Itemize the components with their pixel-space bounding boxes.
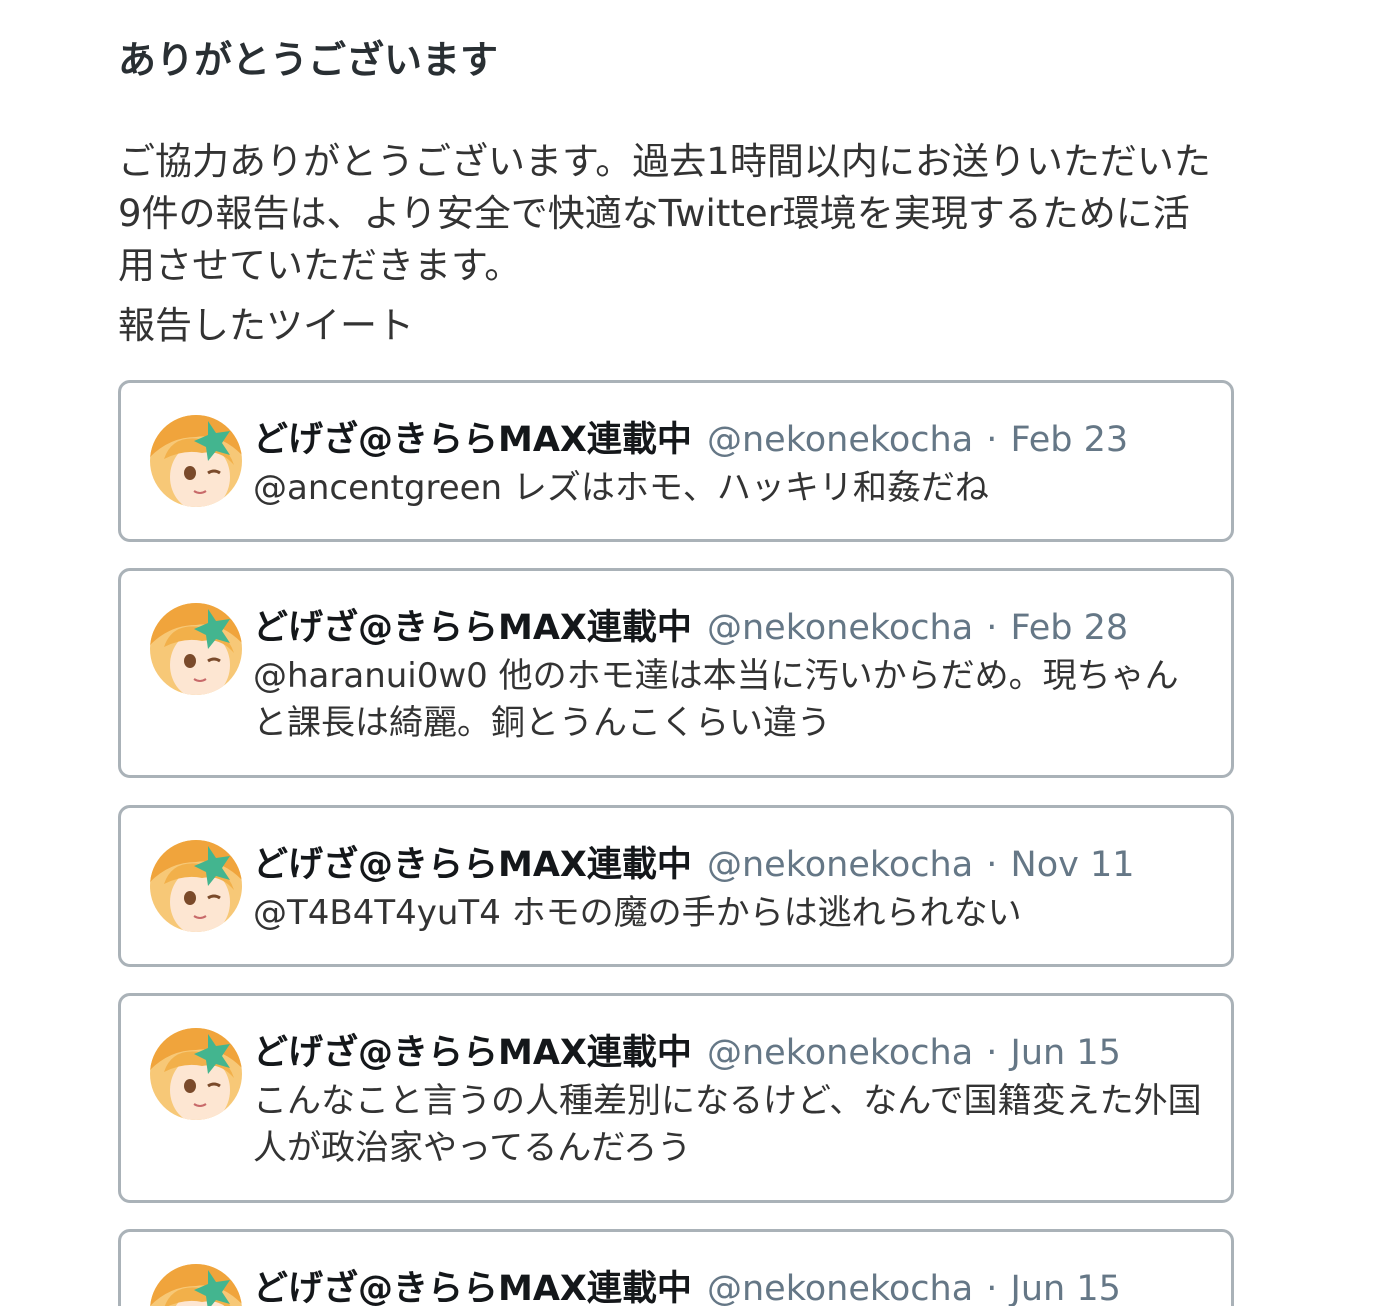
tweet-text: こんなこと言うの人種差別になるけど、なんで国籍変えた外国人が政治家やってるんだろ… [253,1081,1202,1168]
tweet-header: どげざ@きららMAX連載中 @nekonekocha · Jun 15 [253,1028,1121,1078]
anime-avatar-icon[interactable] [150,1264,242,1306]
tweet-date[interactable]: Nov 11 [1011,845,1135,885]
reported-tweet-card[interactable]: どげざ@きららMAX連載中 @nekonekocha · Nov 11 @T4B… [118,805,1234,967]
username[interactable]: @nekonekocha [707,608,973,648]
tweet-header: どげざ@きららMAX連載中 @nekonekocha · Jun 15 [253,1264,1121,1306]
tweet-text: @haranui0w0 他のホモ達は本当に汚いからだめ。現ちゃんと課長は綺麗。銅… [253,656,1179,743]
username[interactable]: @nekonekocha [707,1269,973,1306]
tweet-text: @ancentgreen レズはホモ、ハッキリ和姦だね [253,468,989,508]
page-title: ありがとうございます [118,38,499,82]
tweet-header: どげざ@きららMAX連載中 @nekonekocha · Feb 23 [253,415,1128,465]
username[interactable]: @nekonekocha [707,845,973,885]
separator-dot: · [986,608,998,648]
tweet-date[interactable]: Jun 15 [1011,1269,1121,1306]
separator-dot: · [986,1033,998,1073]
separator-dot: · [986,845,998,885]
tweet-date[interactable]: Feb 23 [1011,420,1129,460]
reported-tweet-card[interactable]: どげざ@きららMAX連載中 @nekonekocha · Jun 15 こんなこ… [118,993,1234,1203]
display-name[interactable]: どげざ@きららMAX連載中 [253,420,692,460]
tweet-date[interactable]: Feb 28 [1011,608,1129,648]
display-name[interactable]: どげざ@きららMAX連載中 [253,845,692,885]
separator-dot: · [986,420,998,460]
reported-tweet-card[interactable]: どげざ@きららMAX連載中 @nekonekocha · Feb 28 @har… [118,568,1234,778]
reported-tweet-card[interactable]: どげざ@きららMAX連載中 @nekonekocha · Feb 23 @anc… [118,380,1234,542]
anime-avatar-icon[interactable] [150,603,242,695]
separator-dot: · [986,1269,998,1306]
anime-avatar-icon[interactable] [150,415,242,507]
thank-you-message: ご協力ありがとうございます。過去1時間以内にお送りいただいた9件の報告は、より安… [118,140,1211,287]
anime-avatar-icon[interactable] [150,840,242,932]
tweet-header: どげざ@きららMAX連載中 @nekonekocha · Feb 28 [253,603,1128,653]
display-name[interactable]: どげざ@きららMAX連載中 [253,608,692,648]
anime-avatar-icon[interactable] [150,1028,242,1120]
display-name[interactable]: どげざ@きららMAX連載中 [253,1269,692,1306]
tweet-date[interactable]: Jun 15 [1011,1033,1121,1073]
tweet-header: どげざ@きららMAX連載中 @nekonekocha · Nov 11 [253,840,1135,890]
reported-tweets-heading: 報告したツイート [118,304,414,347]
username[interactable]: @nekonekocha [707,420,973,460]
reported-tweet-card[interactable]: どげざ@きららMAX連載中 @nekonekocha · Jun 15 [118,1229,1234,1306]
display-name[interactable]: どげざ@きららMAX連載中 [253,1033,692,1073]
username[interactable]: @nekonekocha [707,1033,973,1073]
tweet-text: @T4B4T4yuT4 ホモの魔の手からは逃れられない [253,893,1022,933]
